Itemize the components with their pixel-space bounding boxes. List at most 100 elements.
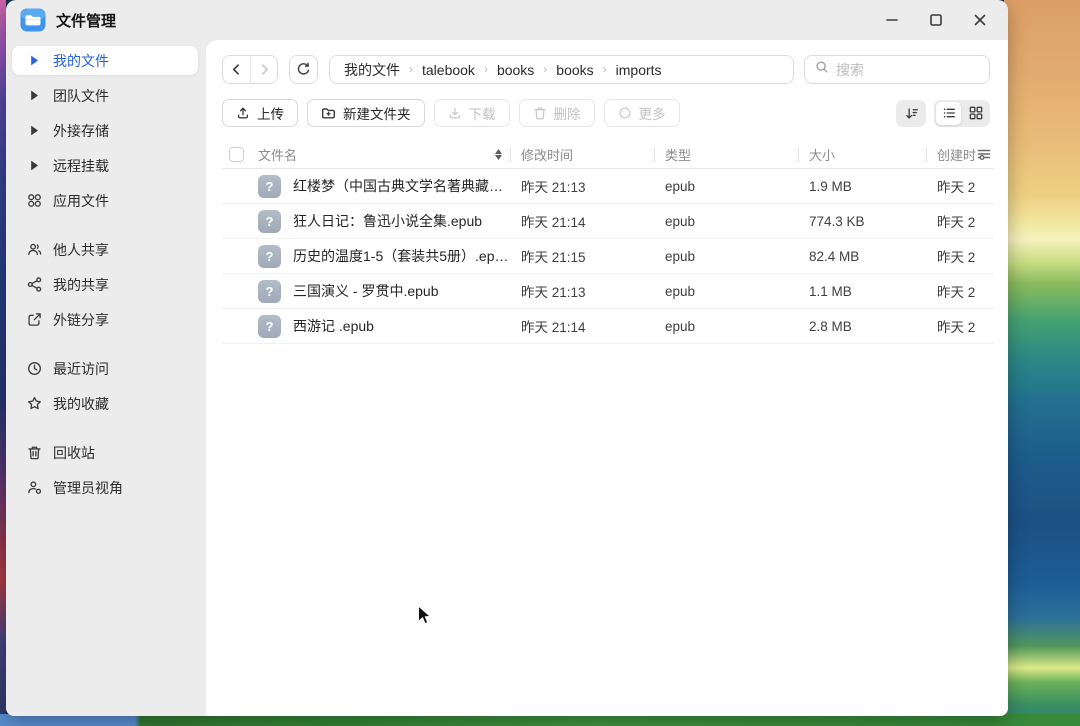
file-size: 2.8 MB [809, 318, 852, 334]
breadcrumb-separator: › [409, 61, 413, 76]
history-nav-group [222, 55, 278, 84]
table-row[interactable]: ? 历史的温度1-5（套装共5册）.epub 昨天 21:15 epub 82.4… [222, 239, 994, 274]
file-size: 1.1 MB [809, 283, 852, 299]
column-settings-icon[interactable] [976, 146, 992, 165]
sort-arrows-icon[interactable] [495, 149, 502, 160]
minimize-button[interactable] [884, 12, 900, 28]
unknown-file-icon: ? [258, 209, 281, 233]
sidebar-item-external-link-share[interactable]: 外链分享 [12, 305, 198, 334]
download-button[interactable]: 下载 [433, 99, 510, 127]
column-header-modified[interactable]: 修改时间 [510, 141, 654, 168]
file-modified: 昨天 21:14 [521, 215, 586, 230]
maximize-button[interactable] [928, 12, 944, 28]
sidebar-item-my-files[interactable]: 我的文件 [12, 46, 198, 75]
app-folder-icon [20, 7, 46, 33]
column-header-size[interactable]: 大小 [798, 141, 926, 168]
search-icon [815, 60, 829, 79]
file-name: 西游记 .epub [293, 318, 374, 334]
file-type: epub [665, 283, 696, 299]
table-row[interactable]: ? 狂人日记：鲁迅小说全集.epub 昨天 21:14 epub 774.3 KB… [222, 204, 994, 239]
trash-icon [26, 445, 42, 460]
column-header-type[interactable]: 类型 [654, 141, 798, 168]
sidebar-item-recent[interactable]: 最近访问 [12, 354, 198, 383]
close-button[interactable] [972, 12, 988, 28]
breadcrumb-separator: › [543, 61, 548, 76]
sidebar-item-external-storage[interactable]: 外接存储 [12, 116, 198, 145]
caret-right-icon [26, 125, 42, 136]
file-type: epub [665, 178, 696, 194]
search-box[interactable] [804, 55, 990, 84]
column-header-name[interactable]: 文件名 [258, 141, 510, 168]
apps-icon [26, 193, 42, 208]
file-name: 历史的温度1-5（套装共5册）.epub [293, 248, 510, 264]
sidebar-item-admin-view[interactable]: 管理员视角 [12, 473, 198, 502]
share-network-icon [26, 277, 42, 292]
list-view-button[interactable] [936, 101, 961, 125]
file-created: 昨天 2 [937, 250, 976, 265]
search-input[interactable] [836, 61, 979, 78]
file-type: epub [665, 213, 696, 229]
breadcrumb-item[interactable]: talebook [422, 62, 475, 78]
admin-user-icon [26, 480, 42, 495]
breadcrumb-item[interactable]: books [556, 62, 593, 78]
window-controls [884, 12, 994, 28]
file-type: epub [665, 318, 696, 334]
breadcrumb-item-current[interactable]: imports [616, 62, 662, 78]
grid-view-button[interactable] [963, 102, 988, 125]
navigation-row: 我的文件 › talebook › books › books › import… [222, 55, 990, 84]
table-row[interactable]: ? 三国演义 - 罗贯中.epub 昨天 21:13 epub 1.1 MB 昨天… [222, 274, 994, 309]
table-row[interactable]: ? 红楼梦（中国古典文学名著典藏… 昨天 21:13 epub 1.9 MB 昨天… [222, 169, 994, 204]
breadcrumb-item[interactable]: 我的文件 [344, 60, 400, 80]
external-link-icon [26, 312, 42, 327]
unknown-file-icon: ? [258, 244, 281, 268]
file-created: 昨天 2 [937, 180, 976, 195]
select-all-checkbox[interactable] [229, 147, 244, 162]
star-icon [26, 396, 42, 411]
file-modified: 昨天 21:13 [521, 285, 586, 300]
titlebar: 文件管理 [6, 0, 1008, 40]
sidebar-item-remote-mount[interactable]: 远程挂载 [12, 151, 198, 180]
new-folder-button[interactable]: 新建文件夹 [307, 99, 425, 127]
sort-order-button[interactable] [896, 99, 926, 127]
breadcrumb-item[interactable]: books [497, 62, 534, 78]
caret-right-icon [26, 160, 42, 171]
window-title: 文件管理 [56, 12, 117, 30]
file-size: 1.9 MB [809, 178, 852, 194]
file-modified: 昨天 21:15 [521, 250, 586, 265]
file-table: 文件名 修改时间 类型 大小 创建时 ? 红楼梦（中国古典文学名著典藏… 昨天 2… [222, 141, 994, 344]
breadcrumb-separator: › [483, 61, 488, 76]
back-button[interactable] [223, 56, 250, 83]
sidebar-item-recycle-bin[interactable]: 回收站 [12, 438, 198, 467]
file-created: 昨天 2 [937, 320, 976, 335]
view-controls [896, 99, 990, 127]
unknown-file-icon: ? [258, 174, 281, 198]
sidebar-item-team-files[interactable]: 团队文件 [12, 81, 198, 110]
breadcrumb-separator: › [602, 61, 607, 76]
clock-icon [26, 361, 42, 376]
file-name: 狂人日记：鲁迅小说全集.epub [293, 213, 483, 229]
unknown-file-icon: ? [258, 279, 281, 303]
table-row[interactable]: ? 西游记 .epub 昨天 21:14 epub 2.8 MB 昨天 2 [222, 309, 994, 344]
content-panel: 我的文件 › talebook › books › books › import… [206, 40, 1008, 716]
desktop-wallpaper-right [1004, 0, 1080, 726]
sidebar-item-shared-by-others[interactable]: 他人共享 [12, 235, 198, 264]
file-created: 昨天 2 [937, 215, 976, 230]
people-icon [26, 242, 42, 257]
file-size: 82.4 MB [809, 248, 860, 264]
file-name: 三国演义 - 罗贯中.epub [293, 283, 439, 299]
file-modified: 昨天 21:14 [521, 320, 586, 335]
forward-button[interactable] [250, 56, 277, 83]
sidebar-item-my-shares[interactable]: 我的共享 [12, 270, 198, 299]
more-button[interactable]: 更多 [603, 99, 680, 127]
sidebar-item-favorites[interactable]: 我的收藏 [12, 389, 198, 418]
refresh-button[interactable] [289, 55, 318, 84]
file-created: 昨天 2 [937, 285, 976, 300]
file-name: 红楼梦（中国古典文学名著典藏… [293, 178, 503, 194]
upload-button[interactable]: 上传 [222, 99, 298, 127]
breadcrumb: 我的文件 › talebook › books › books › import… [329, 55, 794, 84]
sidebar-item-app-files[interactable]: 应用文件 [12, 186, 198, 215]
delete-button[interactable]: 删除 [518, 99, 595, 127]
